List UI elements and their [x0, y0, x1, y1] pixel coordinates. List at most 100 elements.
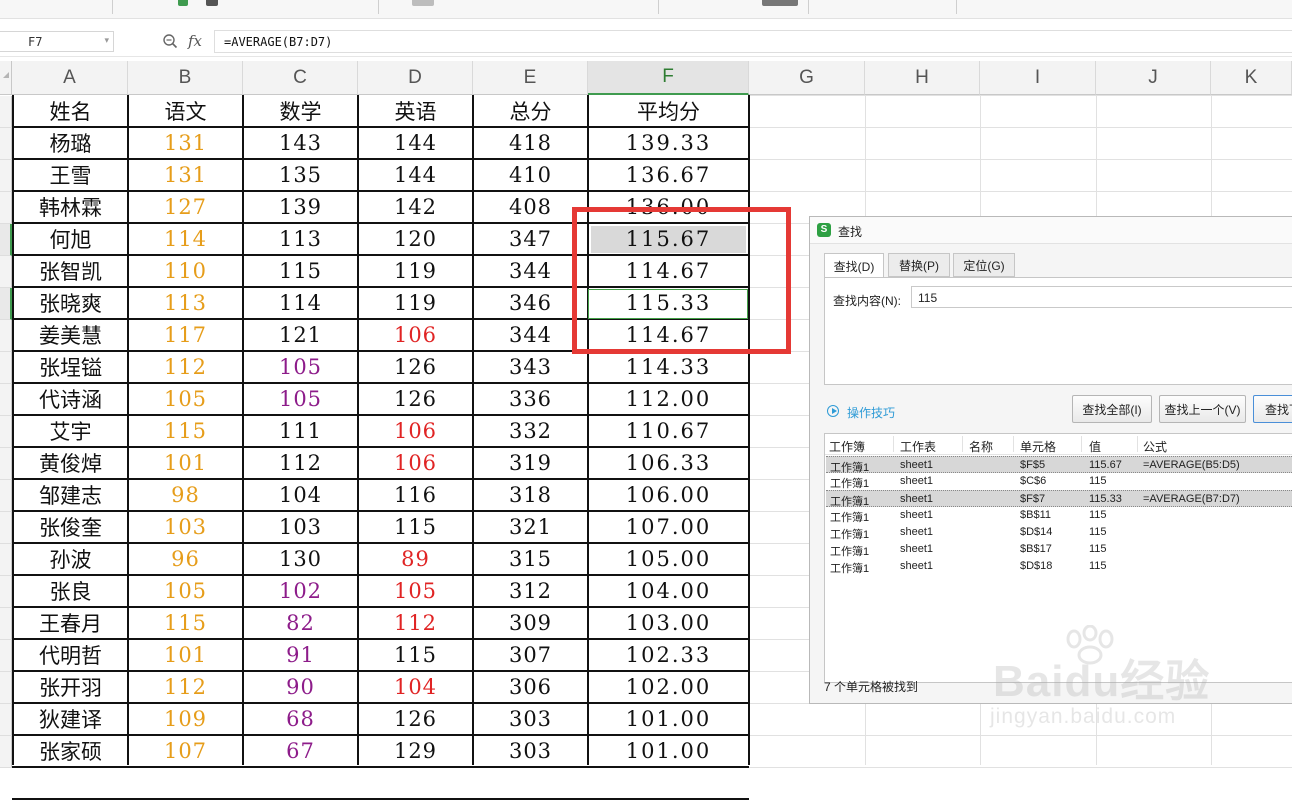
- result-row[interactable]: 工作簿1 sheet1 $F$5 115.67 =AVERAGE(B5:D5): [826, 456, 1292, 474]
- row-header[interactable]: [0, 256, 12, 288]
- table-cell[interactable]: 张俊奎: [14, 511, 127, 543]
- column-header-b[interactable]: B: [128, 61, 243, 95]
- table-cell[interactable]: 101.00: [589, 703, 748, 735]
- table-cell[interactable]: 344: [474, 255, 587, 287]
- row-header[interactable]: [0, 704, 12, 736]
- table-cell[interactable]: 131: [129, 159, 242, 191]
- table-cell[interactable]: 136.67: [589, 159, 748, 191]
- table-cell[interactable]: 107: [129, 735, 242, 767]
- header-cell[interactable]: 语文: [129, 95, 242, 127]
- column-header-d[interactable]: D: [358, 61, 473, 95]
- table-cell[interactable]: 306: [474, 671, 587, 703]
- result-row[interactable]: 工作簿1 sheet1 $D$18 115: [826, 558, 1292, 575]
- find-prev-button[interactable]: 查找上一个(V): [1159, 395, 1246, 423]
- table-cell[interactable]: 120: [359, 223, 472, 255]
- column-header-h[interactable]: H: [865, 61, 980, 95]
- row-header[interactable]: [0, 544, 12, 576]
- table-cell[interactable]: 130: [244, 543, 357, 575]
- table-cell[interactable]: 107.00: [589, 511, 748, 543]
- table-cell[interactable]: 张家硕: [14, 735, 127, 767]
- table-cell[interactable]: 101.00: [589, 735, 748, 767]
- table-cell[interactable]: 346: [474, 287, 587, 319]
- table-cell[interactable]: 张晓爽: [14, 287, 127, 319]
- table-cell[interactable]: 116: [359, 479, 472, 511]
- table-cell[interactable]: 121: [244, 319, 357, 351]
- result-row[interactable]: 工作簿1 sheet1 $B$11 115: [826, 507, 1292, 524]
- table-cell[interactable]: 103: [129, 511, 242, 543]
- column-header-f[interactable]: F: [588, 61, 749, 95]
- table-cell[interactable]: 115: [244, 255, 357, 287]
- column-header-k[interactable]: K: [1211, 61, 1292, 95]
- header-cell[interactable]: 英语: [359, 95, 472, 127]
- table-cell[interactable]: 姜美慧: [14, 319, 127, 351]
- find-next-button[interactable]: 查找下: [1253, 395, 1292, 423]
- table-cell[interactable]: 邹建志: [14, 479, 127, 511]
- table-cell[interactable]: 111: [244, 415, 357, 447]
- table-cell[interactable]: 90: [244, 671, 357, 703]
- table-cell[interactable]: 126: [359, 703, 472, 735]
- table-cell[interactable]: 106: [359, 415, 472, 447]
- table-cell[interactable]: 127: [129, 191, 242, 223]
- table-cell[interactable]: 114.33: [589, 351, 748, 383]
- header-cell[interactable]: 数学: [244, 95, 357, 127]
- table-cell[interactable]: 狄建译: [14, 703, 127, 735]
- table-cell[interactable]: 139.33: [589, 127, 748, 159]
- table-cell[interactable]: 王雪: [14, 159, 127, 191]
- table-cell[interactable]: 103: [244, 511, 357, 543]
- row-header[interactable]: [0, 512, 12, 544]
- tips-link[interactable]: 操作技巧: [847, 404, 895, 421]
- table-cell[interactable]: 张埕镒: [14, 351, 127, 383]
- table-cell[interactable]: 105.00: [589, 543, 748, 575]
- table-cell[interactable]: 67: [244, 735, 357, 767]
- table-cell[interactable]: 112: [244, 447, 357, 479]
- tab-replace[interactable]: 替换(P): [888, 253, 950, 277]
- table-cell[interactable]: 112: [359, 607, 472, 639]
- table-cell[interactable]: 黄俊焯: [14, 447, 127, 479]
- table-cell[interactable]: 139: [244, 191, 357, 223]
- table-cell[interactable]: 89: [359, 543, 472, 575]
- table-cell[interactable]: 343: [474, 351, 587, 383]
- table-cell[interactable]: 418: [474, 127, 587, 159]
- table-cell[interactable]: 312: [474, 575, 587, 607]
- table-cell[interactable]: 104: [244, 479, 357, 511]
- table-cell[interactable]: 106.33: [589, 447, 748, 479]
- zoom-icon[interactable]: [162, 33, 178, 49]
- table-cell[interactable]: 98: [129, 479, 242, 511]
- table-cell[interactable]: 105: [359, 575, 472, 607]
- table-cell[interactable]: 126: [359, 351, 472, 383]
- tab-find[interactable]: 查找(D): [824, 253, 884, 279]
- ribbon-icon[interactable]: [206, 0, 218, 6]
- table-cell[interactable]: 104.00: [589, 575, 748, 607]
- results-col-formula[interactable]: 公式: [1143, 438, 1167, 455]
- header-cell[interactable]: 平均分: [589, 95, 748, 127]
- table-cell[interactable]: 68: [244, 703, 357, 735]
- ribbon-icon[interactable]: [762, 0, 798, 6]
- fx-icon[interactable]: fx: [188, 32, 202, 50]
- header-cell[interactable]: 姓名: [14, 95, 127, 127]
- ribbon-icon[interactable]: [412, 0, 434, 6]
- table-cell[interactable]: 代诗涵: [14, 383, 127, 415]
- row-header[interactable]: [0, 224, 12, 256]
- table-cell[interactable]: 110: [129, 255, 242, 287]
- row-header[interactable]: [0, 448, 12, 480]
- dialog-titlebar[interactable]: S 查找: [810, 217, 1292, 244]
- table-cell[interactable]: 韩林霖: [14, 191, 127, 223]
- table-cell[interactable]: 杨璐: [14, 127, 127, 159]
- table-cell[interactable]: 336: [474, 383, 587, 415]
- table-cell[interactable]: 张开羽: [14, 671, 127, 703]
- column-header-i[interactable]: I: [980, 61, 1096, 95]
- tab-goto[interactable]: 定位(G): [953, 253, 1015, 277]
- table-cell[interactable]: 332: [474, 415, 587, 447]
- table-cell[interactable]: 105: [129, 575, 242, 607]
- column-header-g[interactable]: G: [749, 61, 865, 95]
- row-header[interactable]: [0, 96, 12, 128]
- table-cell[interactable]: 117: [129, 319, 242, 351]
- row-header[interactable]: [0, 384, 12, 416]
- table-cell[interactable]: 309: [474, 607, 587, 639]
- table-cell[interactable]: 115: [129, 415, 242, 447]
- find-all-button[interactable]: 查找全部(I): [1072, 395, 1152, 423]
- name-box[interactable]: F7 ▾: [0, 31, 114, 52]
- results-col-value[interactable]: 值: [1089, 438, 1101, 455]
- row-header[interactable]: [0, 128, 12, 160]
- table-cell[interactable]: 何旭: [14, 223, 127, 255]
